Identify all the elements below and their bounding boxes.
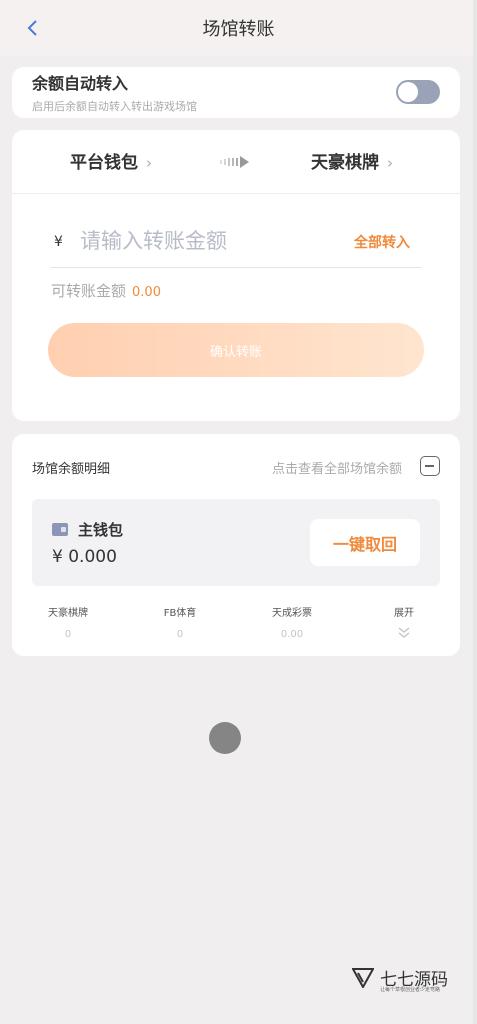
top-bar: 场馆转账 bbox=[0, 0, 477, 56]
venue-name: 天成彩票 bbox=[272, 608, 312, 619]
amount-row: ¥ 全部转入 bbox=[50, 220, 422, 268]
venue-balance-card: 场馆余额明细 点击查看全部场馆余额 主钱包 ¥ 0.000 一键取回 天豪棋牌 … bbox=[12, 434, 460, 656]
watermark: 七七源码 让每个草根创业者少走弯路 bbox=[352, 964, 462, 996]
venue-balance: 0.00 bbox=[280, 629, 304, 640]
amount-input[interactable] bbox=[80, 226, 310, 256]
wallet-selector-row: 平台钱包 › 天豪棋牌 › bbox=[12, 130, 460, 194]
to-wallet-selector[interactable]: 天豪棋牌 › bbox=[311, 148, 393, 173]
venue-balance: 0 bbox=[64, 629, 72, 640]
to-wallet-label: 天豪棋牌 bbox=[311, 153, 379, 173]
venue-item: 天豪棋牌 0 bbox=[28, 604, 108, 640]
chevron-left-icon bbox=[27, 20, 37, 36]
one-click-recall-button[interactable]: 一键取回 bbox=[310, 519, 420, 566]
available-amount: 可转账金额 0.00 bbox=[51, 280, 161, 301]
scrollbar-track bbox=[473, 0, 477, 1024]
from-wallet-selector[interactable]: 平台钱包 › bbox=[70, 148, 152, 173]
double-chevron-down-icon bbox=[364, 625, 444, 639]
main-wallet-panel: 主钱包 ¥ 0.000 一键取回 bbox=[32, 499, 440, 586]
watermark-tagline: 让每个草根创业者少走弯路 bbox=[380, 987, 441, 993]
view-all-venues-link[interactable]: 点击查看全部场馆余额 bbox=[272, 458, 402, 477]
main-wallet-balance: ¥ 0.000 bbox=[52, 547, 117, 567]
venue-item: FB体育 0 bbox=[140, 604, 220, 640]
from-wallet-label: 平台钱包 bbox=[70, 153, 138, 173]
main-wallet-label: 主钱包 bbox=[78, 521, 124, 539]
currency-symbol: ¥ bbox=[54, 234, 63, 250]
page-title: 场馆转账 bbox=[202, 19, 275, 40]
venue-balance: 0 bbox=[176, 629, 184, 640]
available-label: 可转账金额 bbox=[51, 282, 127, 300]
venue-item: 天成彩票 0.00 bbox=[252, 604, 332, 640]
back-button[interactable] bbox=[22, 16, 42, 40]
transfer-all-button[interactable]: 全部转入 bbox=[354, 232, 410, 252]
auto-transfer-card: 余额自动转入 启用后余额自动转入转出游戏场馆 bbox=[12, 67, 460, 118]
brand-logo-icon bbox=[352, 968, 374, 988]
chevron-right-icon: › bbox=[387, 154, 393, 172]
available-value: 0.00 bbox=[132, 285, 161, 300]
venue-name: FB体育 bbox=[163, 608, 197, 619]
confirm-transfer-button[interactable]: 确认转账 bbox=[48, 323, 424, 377]
venue-name: 天豪棋牌 bbox=[48, 608, 88, 619]
expand-venues-button[interactable]: 展开 bbox=[364, 604, 444, 639]
auto-transfer-toggle[interactable] bbox=[396, 80, 440, 104]
auto-transfer-subtitle: 启用后余额自动转入转出游戏场馆 bbox=[32, 100, 197, 113]
collapse-icon[interactable] bbox=[420, 456, 440, 476]
transfer-card: 平台钱包 › 天豪棋牌 › ¥ 全部转入 可转账金额 0.00 确认转账 bbox=[12, 130, 460, 421]
transfer-arrow-icon bbox=[220, 156, 249, 168]
expand-label: 展开 bbox=[394, 608, 414, 619]
chevron-right-icon: › bbox=[146, 154, 152, 172]
loading-indicator bbox=[209, 722, 241, 754]
venue-balance-title: 场馆余额明细 bbox=[32, 462, 111, 477]
wallet-icon bbox=[52, 523, 68, 536]
toggle-knob bbox=[398, 82, 418, 102]
auto-transfer-title: 余额自动转入 bbox=[32, 74, 129, 93]
